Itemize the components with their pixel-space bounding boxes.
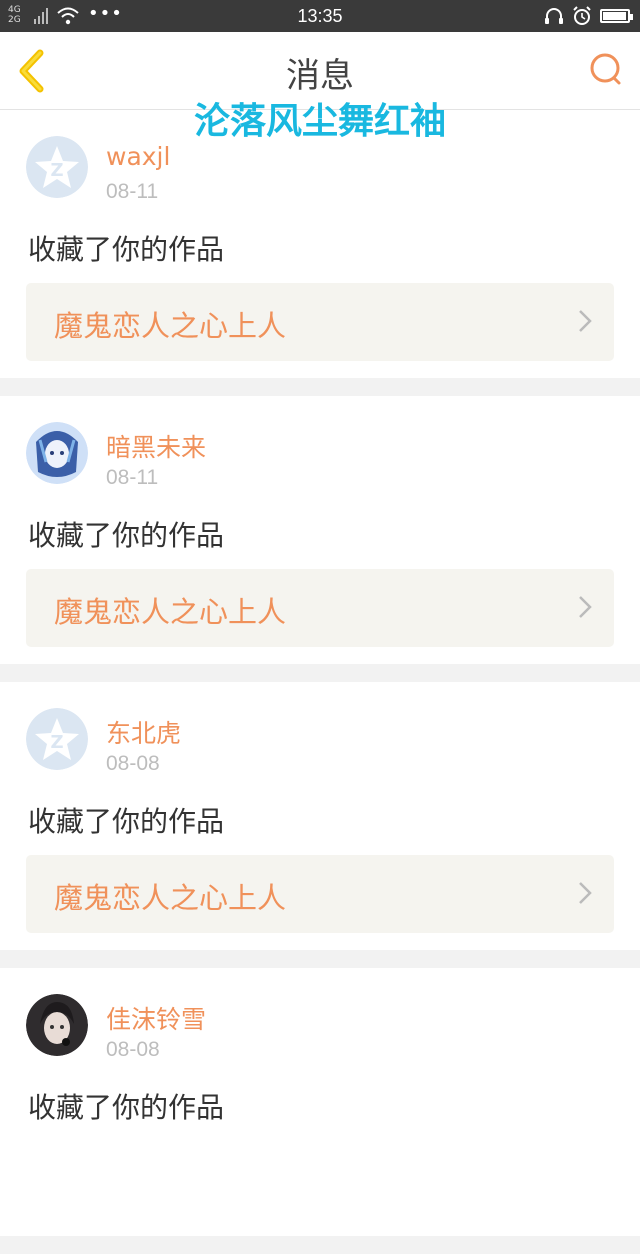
default-avatar-icon: Z — [26, 136, 88, 198]
search-icon — [590, 53, 621, 85]
action-text: 收藏了你的作品 — [28, 1091, 225, 1124]
battery-icon — [600, 9, 633, 23]
action-text: 收藏了你的作品 — [28, 805, 225, 838]
work-link[interactable]: 魔鬼恋人之心上人 — [26, 283, 614, 361]
work-title: 魔鬼恋人之心上人 — [54, 309, 287, 343]
anime-avatar-dark-icon — [26, 994, 88, 1056]
search-button[interactable] — [586, 50, 626, 90]
default-avatar-icon: Z — [26, 708, 88, 770]
action-text: 收藏了你的作品 — [28, 519, 225, 552]
message-date: 08-11 — [106, 466, 159, 489]
chevron-right-icon — [579, 882, 592, 904]
headset-icon — [545, 8, 563, 24]
avatar[interactable] — [26, 422, 88, 484]
message-date: 08-08 — [106, 752, 160, 775]
watermark-text: 沦落风尘舞红袖 — [193, 101, 446, 142]
svg-text:Z: Z — [50, 732, 63, 753]
message-card: Z 东北虎 08-08 收藏了你的作品 魔鬼恋人之心上人 — [0, 682, 640, 950]
message-list: Z waxjl 08-11 收藏了你的作品 魔鬼恋人之心上人 暗黑未来 08-1… — [0, 110, 640, 1254]
work-link[interactable]: 魔鬼恋人之心上人 — [26, 569, 614, 647]
anime-avatar-blue-icon — [26, 422, 88, 484]
message-card: 佳沫铃雪 08-08 收藏了你的作品 — [0, 968, 640, 1236]
status-bar: 4G 2G ••• 13:35 — [0, 0, 640, 32]
work-link[interactable]: 魔鬼恋人之心上人 — [26, 855, 614, 933]
action-text: 收藏了你的作品 — [28, 233, 225, 266]
message-date: 08-08 — [106, 1038, 160, 1061]
work-title: 魔鬼恋人之心上人 — [54, 595, 287, 629]
username[interactable]: waxjl — [106, 142, 170, 171]
svg-text:Z: Z — [50, 160, 63, 181]
username[interactable]: 东北虎 — [106, 714, 181, 750]
page-title: 消息 — [286, 56, 354, 96]
username[interactable]: 佳沫铃雪 — [106, 1000, 206, 1036]
work-title: 魔鬼恋人之心上人 — [54, 881, 287, 915]
message-date: 08-11 — [106, 180, 159, 203]
chevron-right-icon — [579, 596, 592, 618]
chevron-right-icon — [579, 310, 592, 332]
username[interactable]: 暗黑未来 — [106, 428, 206, 464]
avatar[interactable] — [26, 994, 88, 1056]
avatar[interactable]: Z — [26, 708, 88, 770]
alarm-icon — [573, 6, 591, 25]
message-card: Z waxjl 08-11 收藏了你的作品 魔鬼恋人之心上人 — [0, 110, 640, 378]
message-card: 暗黑未来 08-11 收藏了你的作品 魔鬼恋人之心上人 — [0, 396, 640, 664]
avatar[interactable]: Z — [26, 136, 88, 198]
